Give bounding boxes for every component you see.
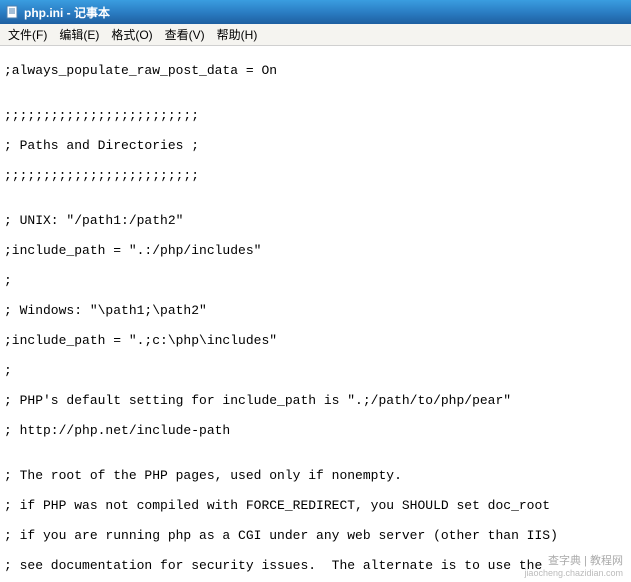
code-line: ; Paths and Directories ; bbox=[4, 138, 627, 153]
menu-view[interactable]: 查看(V) bbox=[159, 24, 211, 45]
code-line: ; if PHP was not compiled with FORCE_RED… bbox=[4, 498, 627, 513]
menu-edit[interactable]: 编辑(E) bbox=[53, 24, 105, 45]
menu-file[interactable]: 文件(F) bbox=[2, 24, 53, 45]
notepad-icon bbox=[4, 4, 20, 20]
code-line: ; Windows: "\path1;\path2" bbox=[4, 303, 627, 318]
menu-format[interactable]: 格式(O) bbox=[105, 24, 158, 45]
menu-bar: 文件(F) 编辑(E) 格式(O) 查看(V) 帮助(H) bbox=[0, 24, 631, 46]
code-line: ;include_path = ".;c:\php\includes" bbox=[4, 333, 627, 348]
code-line: ; if you are running php as a CGI under … bbox=[4, 528, 627, 543]
code-line: ; UNIX: "/path1:/path2" bbox=[4, 213, 627, 228]
window-title: php.ini - 记事本 bbox=[24, 4, 110, 21]
code-line: ; bbox=[4, 363, 627, 378]
code-line: ; PHP's default setting for include_path… bbox=[4, 393, 627, 408]
code-line: ;;;;;;;;;;;;;;;;;;;;;;;;; bbox=[4, 168, 627, 183]
code-line: ; The root of the PHP pages, used only i… bbox=[4, 468, 627, 483]
watermark: 查字典 | 教程网 jiaocheng.chazidian.com bbox=[524, 552, 623, 578]
code-line: ;include_path = ".:/php/includes" bbox=[4, 243, 627, 258]
code-line: ;;;;;;;;;;;;;;;;;;;;;;;;; bbox=[4, 108, 627, 123]
watermark-main: 查字典 | 教程网 bbox=[524, 552, 623, 568]
window-titlebar: php.ini - 记事本 bbox=[0, 0, 631, 24]
code-line: ; bbox=[4, 273, 627, 288]
text-editor-content[interactable]: ;always_populate_raw_post_data = On ;;;;… bbox=[0, 46, 631, 582]
menu-help[interactable]: 帮助(H) bbox=[211, 24, 264, 45]
code-line: ;always_populate_raw_post_data = On bbox=[4, 63, 627, 78]
watermark-sub: jiaocheng.chazidian.com bbox=[524, 568, 623, 578]
code-line: ; http://php.net/include-path bbox=[4, 423, 627, 438]
